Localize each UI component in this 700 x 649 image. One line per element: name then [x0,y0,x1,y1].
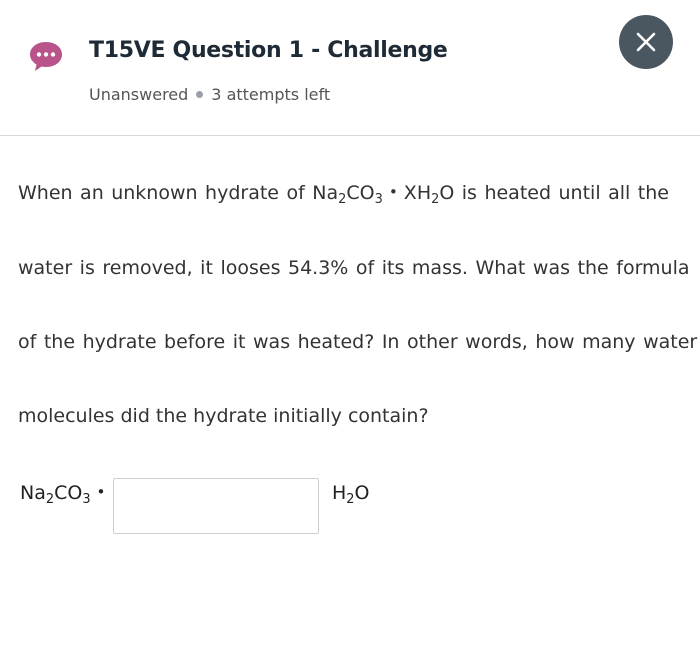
question-word: heated [484,182,552,204]
hydrate-formula: Na2CO3 • XH2O [312,182,455,207]
formula-part: Na [312,182,339,204]
formula-subscript: 3 [374,191,383,207]
formula-bullet: • [96,483,106,502]
answer-input[interactable] [113,478,319,534]
question-title: T15VE Question 1 - Challenge [89,38,448,63]
answer-row: Na2CO3 • H2O [20,478,680,538]
close-icon [636,32,656,52]
answer-formula-right: H2O [332,482,370,507]
question-word: unknown [111,182,198,204]
question-word: the [637,182,669,204]
question-word: When [18,182,73,204]
formula-subscript: 2 [45,491,55,507]
formula-part: CO [54,482,83,504]
formula-part: O [439,182,455,204]
formula-part: O [354,482,370,504]
formula-part: XH [403,182,432,204]
chat-bubble-icon[interactable] [28,40,64,72]
question-word: of [286,182,305,204]
formula-part: Na [20,482,46,504]
attempts-text: 3 attempts left [211,85,331,104]
formula-part: CO [346,182,375,204]
question-word: until [558,182,601,204]
question-header: T15VE Question 1 - Challenge Unanswered … [0,0,700,136]
formula-subscript: 3 [82,491,91,507]
status-text: Unanswered [89,85,189,104]
question-word: is [461,182,477,204]
question-word: an [80,182,104,204]
question-line-4: molecules did the hydrate initially cont… [18,405,429,427]
question-line-2: water is removed, it looses 54.3% of its… [18,257,690,279]
formula-part: H [332,482,347,504]
formula-bullet: • [388,183,398,202]
question-word: hydrate [205,182,279,204]
question-line-1: When an unknown hydrate of Na2CO3 • XH2O i… [18,182,669,207]
close-button[interactable] [619,15,673,69]
question-line-3: of the hydrate before it was heated? In … [18,331,698,353]
question-status: Unanswered 3 attempts left [89,85,330,104]
separator-dot [196,91,204,98]
formula-subscript: 2 [346,491,355,507]
answer-formula-left: Na2CO3 • [20,482,112,507]
question-word: all [608,182,631,204]
